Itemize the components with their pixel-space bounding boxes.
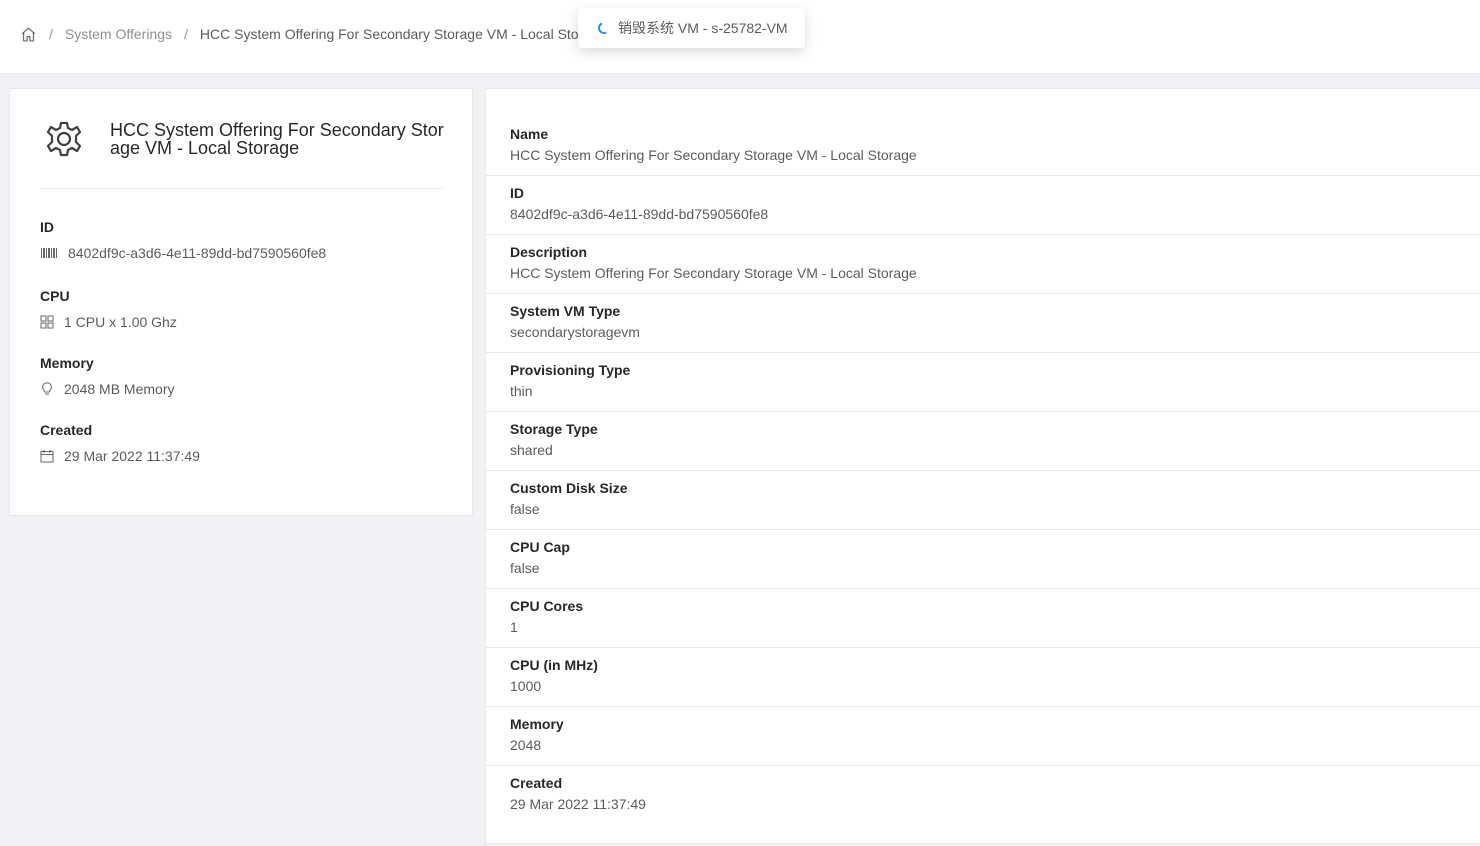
detail-value: false: [510, 560, 540, 576]
offering-title: HCC System Offering For Secondary Storag…: [110, 120, 444, 158]
summary-field-created: Created 29 Mar 2022 11:37:49: [40, 420, 200, 464]
detail-item-cpu-mhz: CPU (in MHz) 1000: [486, 648, 1480, 707]
breadcrumb-separator: /: [184, 26, 188, 42]
breadcrumb: / System Offerings / HCC System Offering…: [20, 23, 580, 45]
detail-value: thin: [510, 383, 533, 399]
field-value: 29 Mar 2022 11:37:49: [64, 448, 200, 464]
toast-message: 销毁系统 VM - s-25782-VM: [618, 20, 788, 36]
detail-value: false: [510, 501, 540, 517]
detail-item-system-vm-type: System VM Type secondarystoragevm: [486, 294, 1480, 353]
calendar-icon: [40, 449, 54, 463]
detail-item-name: Name HCC System Offering For Secondary S…: [486, 117, 1480, 176]
field-value: 1 CPU x 1.00 Ghz: [64, 314, 177, 330]
detail-label: Name: [510, 126, 549, 142]
loading-spinner-icon: [596, 20, 612, 36]
detail-value: 2048: [510, 737, 542, 753]
detail-value: HCC System Offering For Secondary Storag…: [510, 147, 917, 163]
detail-label: Memory: [510, 716, 564, 732]
detail-value: 1000: [510, 678, 542, 694]
field-value: 2048 MB Memory: [64, 381, 175, 397]
detail-item-memory: Memory 2048: [486, 707, 1480, 766]
detail-value: 1: [510, 619, 518, 635]
field-label: Memory: [40, 355, 94, 371]
detail-value: 29 Mar 2022 11:37:49: [510, 796, 646, 812]
detail-label: Provisioning Type: [510, 362, 631, 378]
barcode-icon: [40, 246, 58, 260]
detail-label: System VM Type: [510, 303, 621, 319]
detail-item-created: Created 29 Mar 2022 11:37:49: [486, 766, 1480, 825]
detail-item-id: ID 8402df9c-a3d6-4e11-89dd-bd7590560fe8: [486, 176, 1480, 235]
detail-label: CPU Cores: [510, 598, 584, 614]
field-label: ID: [40, 219, 54, 235]
detail-label: CPU Cap: [510, 539, 570, 555]
detail-value: 8402df9c-a3d6-4e11-89dd-bd7590560fe8: [510, 206, 769, 222]
summary-card: HCC System Offering For Secondary Storag…: [9, 88, 473, 516]
detail-label: Custom Disk Size: [510, 480, 628, 496]
gear-icon: [44, 119, 84, 159]
summary-field-cpu: CPU 1 CPU x 1.00 Ghz: [40, 286, 177, 330]
detail-label: Description: [510, 244, 588, 260]
field-value: 8402df9c-a3d6-4e11-89dd-bd7590560fe8: [68, 245, 327, 261]
breadcrumb-separator: /: [49, 26, 53, 42]
breadcrumb-system-offerings[interactable]: System Offerings: [65, 26, 172, 42]
detail-item-custom-disk-size: Custom Disk Size false: [486, 471, 1480, 530]
field-label: CPU: [40, 288, 70, 304]
detail-item-provisioning-type: Provisioning Type thin: [486, 353, 1480, 412]
bulb-icon: [40, 382, 54, 396]
details-list: Name HCC System Offering For Secondary S…: [486, 117, 1480, 825]
detail-value: shared: [510, 442, 553, 458]
breadcrumb-current-page: HCC System Offering For Secondary Storag…: [199, 26, 580, 42]
detail-item-description: Description HCC System Offering For Seco…: [486, 235, 1480, 294]
detail-item-storage-type: Storage Type shared: [486, 412, 1480, 471]
home-icon[interactable]: [20, 25, 37, 43]
detail-value: secondarystoragevm: [510, 324, 640, 340]
detail-label: ID: [510, 185, 524, 201]
summary-field-memory: Memory 2048 MB Memory: [40, 353, 174, 397]
details-card: Name HCC System Offering For Secondary S…: [485, 88, 1480, 844]
detail-label: Storage Type: [510, 421, 598, 437]
summary-header: HCC System Offering For Secondary Storag…: [40, 117, 444, 189]
summary-field-id: ID 8402df9c-a3d6-4e11-89dd-bd7590560fe8: [40, 217, 326, 261]
detail-item-cpu-cores: CPU Cores 1: [486, 589, 1480, 648]
detail-value: HCC System Offering For Secondary Storag…: [510, 265, 917, 281]
notification-toast: 销毁系统 VM - s-25782-VM: [578, 8, 805, 48]
detail-item-cpu-cap: CPU Cap false: [486, 530, 1480, 589]
appstore-icon: [40, 315, 54, 329]
detail-label: Created: [510, 775, 563, 791]
detail-label: CPU (in MHz): [510, 657, 598, 673]
field-label: Created: [40, 422, 93, 438]
